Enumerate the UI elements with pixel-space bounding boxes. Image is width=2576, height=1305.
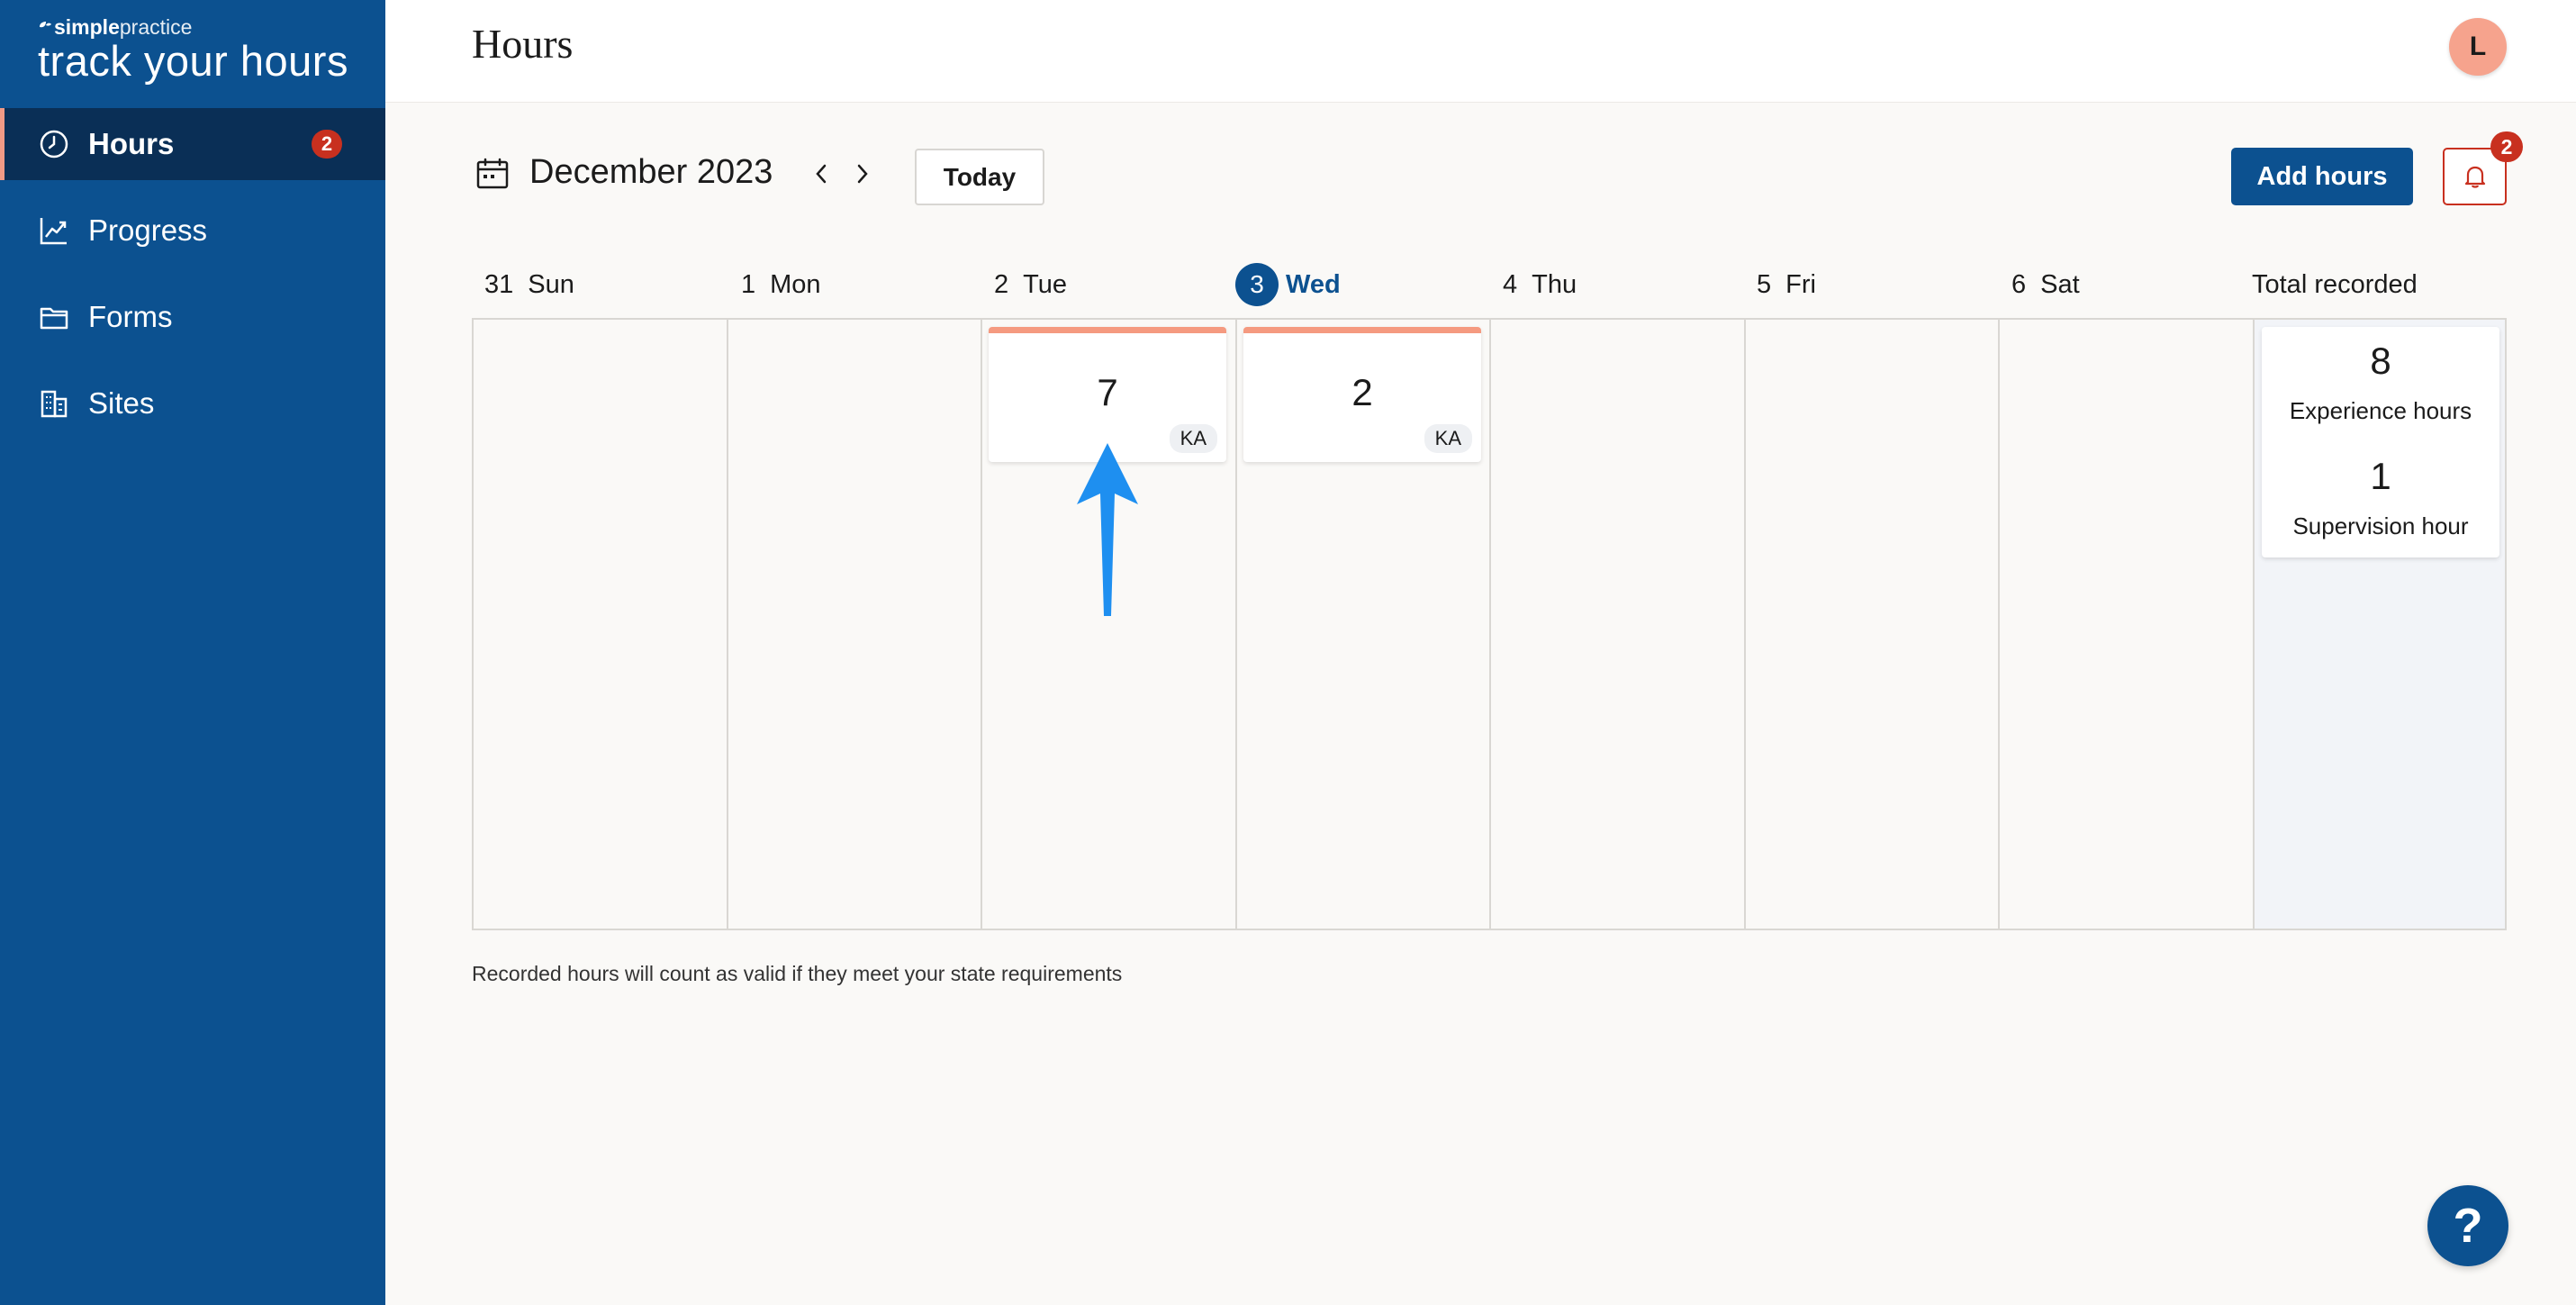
chevron-right-icon [857,164,868,184]
sidebar-item-progress[interactable]: Progress [0,195,385,267]
total-recorded-card: 8 Experience hours 1 Supervision hour [2262,327,2499,557]
day-number: 5 [1757,269,1772,299]
month-title: December 2023 [529,153,773,191]
add-hours-button[interactable]: Add hours [2231,148,2413,205]
day-column-thu[interactable] [1491,320,1746,929]
day-header-wed-today: 3 Wed [1235,263,1341,306]
next-week-button[interactable] [850,159,875,189]
experience-hours-label: Experience hours [2289,397,2472,424]
hours-entry-card[interactable]: 2 KA [1243,327,1481,462]
clock-icon [38,128,70,160]
day-number: 6 [2011,269,2027,299]
bell-icon [2464,166,2485,188]
calendar-icon [476,158,509,189]
supervisor-initials-tag: KA [1169,424,1217,453]
sidebar-item-label: Progress [88,213,208,247]
day-header-thu: 4 Thu [1503,263,1577,306]
day-number: 31 [484,269,514,299]
day-number: 4 [1503,269,1518,299]
day-column-sat[interactable] [2000,320,2255,929]
brand-tagline: track your hours [38,37,348,85]
week-grid: 7 KA 2 KA 8 Experience hours 1 Supervisi… [472,318,2507,930]
today-button[interactable]: Today [915,149,1044,205]
brand-wordmark: simple practice [38,14,348,40]
day-column-tue[interactable]: 7 KA [982,320,1237,929]
day-header-sat: 6 Sat [2011,263,2080,306]
sidebar: simple practice track your hours Hours 2 … [0,0,385,1305]
help-button[interactable]: ? [2427,1185,2508,1266]
day-column-mon[interactable] [728,320,982,929]
total-recorded-column: 8 Experience hours 1 Supervision hour [2255,320,2505,929]
sidebar-item-forms[interactable]: Forms [0,281,385,353]
sidebar-nav: Hours 2 Progress Forms Sites [0,108,385,454]
day-number: 2 [994,269,1009,299]
hours-value: 2 [1351,371,1373,413]
brand-logo[interactable]: simple practice track your hours [38,14,348,85]
sidebar-item-sites[interactable]: Sites [0,367,385,440]
previous-week-button[interactable] [809,159,834,189]
sidebar-item-hours[interactable]: Hours 2 [0,108,385,180]
brand-name-bold: simple [54,15,120,39]
sidebar-item-label: Hours [88,127,175,160]
today-day-number: 3 [1235,263,1279,306]
brand-name-light: practice [119,15,193,39]
day-header-fri: 5 Fri [1757,263,1816,306]
building-icon [38,387,70,420]
folder-icon [38,301,70,333]
hours-value: 7 [1097,371,1118,413]
notification-count-badge: 2 [2490,131,2523,162]
day-name: Wed [1286,269,1341,299]
day-name: Tue [1023,269,1068,299]
day-column-fri[interactable] [1746,320,2000,929]
day-name: Fri [1785,269,1816,299]
supervision-hours-label: Supervision hour [2292,512,2469,539]
day-name: Sat [2040,269,2080,299]
experience-hours-value: 8 [2370,340,2391,382]
day-name: Sun [528,269,574,299]
day-header-tue: 2 Tue [994,263,1067,306]
user-avatar[interactable]: L [2449,18,2507,76]
day-header-sun: 31 Sun [484,263,574,306]
supervision-hours-value: 1 [2370,455,2391,497]
chart-icon [38,214,70,247]
sidebar-item-label: Sites [88,386,155,420]
day-number: 1 [741,269,756,299]
hours-count-badge: 2 [312,130,342,159]
total-recorded-header: Total recorded [2252,269,2418,299]
sidebar-item-label: Forms [88,300,173,333]
leaf-icon [40,22,51,28]
top-header: Hours L [385,0,2576,103]
supervisor-initials-tag: KA [1424,424,1472,453]
day-name: Thu [1532,269,1577,299]
day-column-wed[interactable]: 2 KA [1237,320,1491,929]
page-title: Hours [472,21,574,67]
footnote-text: Recorded hours will count as valid if th… [472,962,1123,985]
day-header-mon: 1 Mon [741,263,821,306]
day-column-sun[interactable] [474,320,728,929]
chevron-left-icon [816,164,827,184]
day-name: Mon [770,269,821,299]
annotation-arrow-icon [1077,443,1138,616]
